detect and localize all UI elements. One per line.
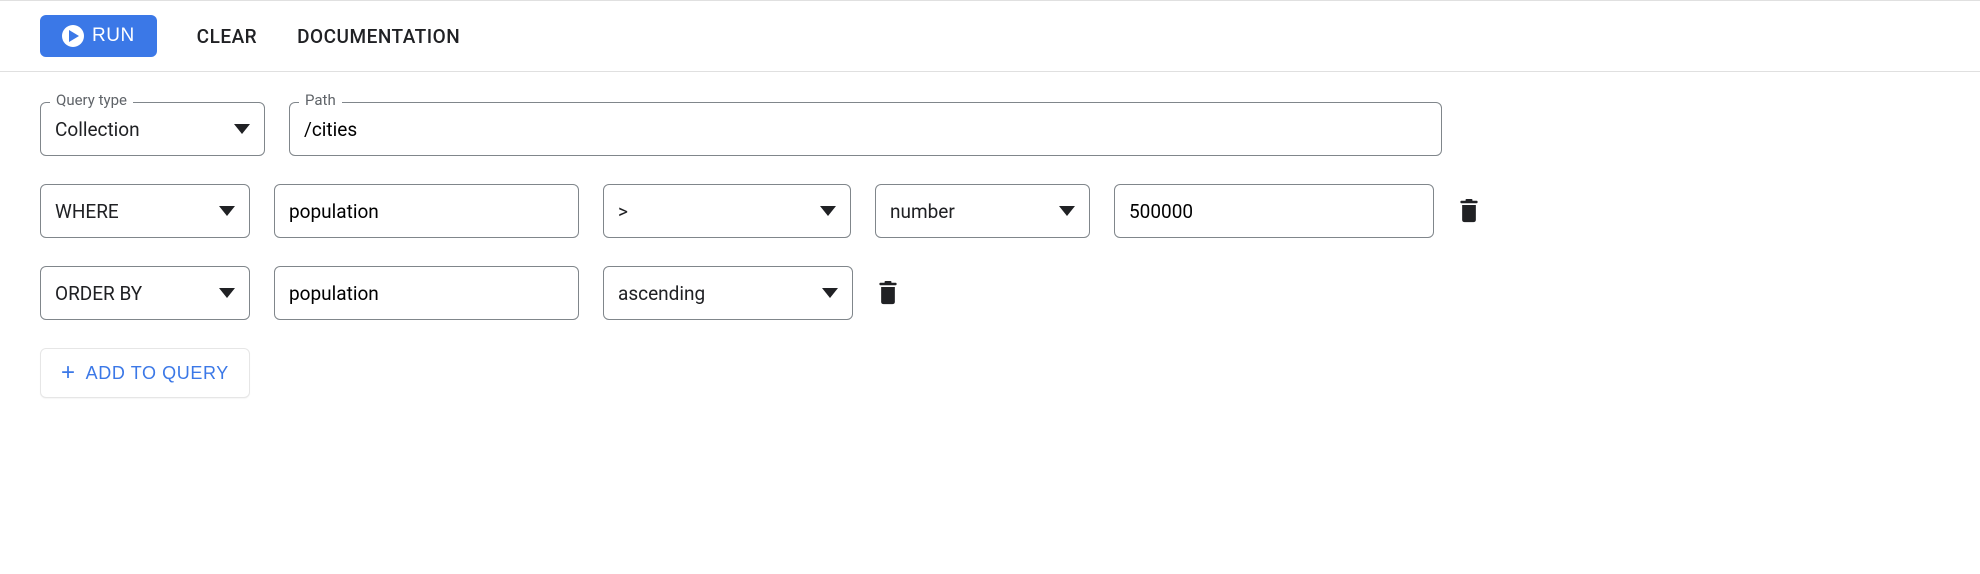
orderby-direction-select[interactable]: ascending xyxy=(603,266,853,320)
query-builder: Query type Collection Path WHERE > numbe… xyxy=(0,72,1980,428)
trash-icon xyxy=(877,281,899,305)
orderby-direction-value: ascending xyxy=(618,282,705,305)
run-label: RUN xyxy=(92,25,135,47)
query-type-select[interactable]: Collection xyxy=(40,102,265,156)
where-value-type-select[interactable]: number xyxy=(875,184,1090,238)
where-field-input-wrapper xyxy=(274,184,579,238)
clause-select-where[interactable]: WHERE xyxy=(40,184,250,238)
clause-value: ORDER BY xyxy=(55,282,142,305)
orderby-field-input-wrapper xyxy=(274,266,579,320)
plus-icon: + xyxy=(61,361,76,385)
path-input-wrapper xyxy=(289,102,1442,156)
where-operator-select[interactable]: > xyxy=(603,184,851,238)
where-value-input[interactable] xyxy=(1129,185,1419,237)
clear-button[interactable]: CLEAR xyxy=(197,25,257,48)
chevron-down-icon xyxy=(219,206,235,216)
where-value-input-wrapper xyxy=(1114,184,1434,238)
path-input[interactable] xyxy=(304,103,1427,155)
where-operator-value: > xyxy=(618,200,628,223)
query-type-value: Collection xyxy=(55,118,140,141)
run-button[interactable]: RUN xyxy=(40,15,157,57)
orderby-row: ORDER BY ascending xyxy=(40,266,1940,320)
toolbar: RUN CLEAR DOCUMENTATION xyxy=(0,0,1980,72)
add-to-query-button[interactable]: + ADD TO QUERY xyxy=(40,348,250,398)
documentation-link[interactable]: DOCUMENTATION xyxy=(297,25,460,48)
query-header-row: Query type Collection Path xyxy=(40,102,1940,156)
add-to-query-label: ADD TO QUERY xyxy=(86,363,229,384)
chevron-down-icon xyxy=(234,124,250,134)
path-label: Path xyxy=(299,91,342,109)
clause-value: WHERE xyxy=(55,200,119,223)
clause-select-orderby[interactable]: ORDER BY xyxy=(40,266,250,320)
trash-icon xyxy=(1458,199,1480,223)
where-value-type-value: number xyxy=(890,200,955,223)
where-row: WHERE > number xyxy=(40,184,1940,238)
delete-orderby-button[interactable] xyxy=(877,281,899,305)
chevron-down-icon xyxy=(219,288,235,298)
orderby-field-input[interactable] xyxy=(289,267,564,319)
chevron-down-icon xyxy=(822,288,838,298)
delete-where-button[interactable] xyxy=(1458,199,1480,223)
query-type-label: Query type xyxy=(50,91,133,109)
chevron-down-icon xyxy=(1059,206,1075,216)
play-icon xyxy=(62,25,84,47)
chevron-down-icon xyxy=(820,206,836,216)
where-field-input[interactable] xyxy=(289,185,564,237)
